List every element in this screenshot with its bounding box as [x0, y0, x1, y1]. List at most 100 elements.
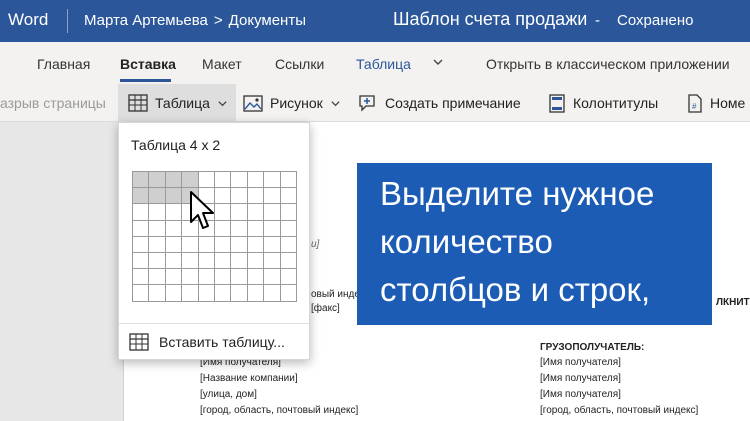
title-separator: [67, 9, 68, 33]
tab-layout[interactable]: Макет: [202, 56, 242, 72]
grid-cell[interactable]: [133, 252, 150, 270]
grid-cell[interactable]: [247, 220, 265, 237]
grid-cell[interactable]: [133, 172, 150, 189]
grid-cell[interactable]: [165, 172, 183, 189]
grid-cell[interactable]: [214, 172, 232, 189]
grid-cell[interactable]: [280, 204, 297, 221]
grid-cell[interactable]: [264, 269, 281, 286]
header-footer-icon: [549, 93, 565, 113]
header-footer-button[interactable]: Колонтитулы: [548, 84, 658, 122]
grid-cell[interactable]: [280, 252, 297, 270]
grid-cell[interactable]: [247, 236, 265, 253]
grid-cell[interactable]: [264, 172, 281, 189]
grid-cell[interactable]: [165, 188, 183, 205]
grid-cell[interactable]: [214, 269, 232, 286]
grid-cell[interactable]: [133, 285, 150, 302]
grid-cell[interactable]: [231, 285, 248, 302]
grid-cell[interactable]: [198, 285, 215, 302]
grid-cell[interactable]: [280, 188, 297, 205]
grid-cell[interactable]: [149, 285, 166, 302]
grid-cell[interactable]: [280, 236, 297, 253]
grid-cell[interactable]: [264, 236, 281, 253]
grid-cell[interactable]: [165, 236, 183, 253]
grid-cell[interactable]: [214, 236, 232, 253]
grid-cell[interactable]: [264, 252, 281, 270]
grid-cell[interactable]: [231, 204, 248, 221]
tab-insert[interactable]: Вставка: [120, 56, 176, 72]
grid-cell[interactable]: [231, 252, 248, 270]
page-numbers-button[interactable]: # Номе: [687, 84, 745, 122]
picture-button[interactable]: Рисунок: [243, 84, 341, 122]
grid-cell[interactable]: [149, 269, 166, 286]
grid-cell[interactable]: [149, 204, 166, 221]
grid-cell[interactable]: [214, 252, 232, 270]
consignee-line: [Имя получателя]: [540, 373, 621, 384]
grid-cell[interactable]: [182, 236, 199, 253]
table-size-header: Таблица 4 x 2: [131, 137, 221, 153]
chevron-down-icon: [433, 59, 443, 65]
grid-cell[interactable]: [149, 188, 166, 205]
grid-cell[interactable]: [165, 220, 183, 237]
tab-references[interactable]: Ссылки: [275, 56, 324, 72]
grid-cell[interactable]: [231, 220, 248, 237]
grid-cell[interactable]: [247, 188, 265, 205]
grid-cell[interactable]: [247, 285, 265, 302]
grid-cell[interactable]: [280, 220, 297, 237]
document-title[interactable]: Шаблон счета продажи: [393, 9, 587, 30]
ribbon-tabs: Главная Вставка Макет Ссылки Таблица Отк…: [0, 42, 750, 84]
table-button-label: Таблица: [155, 95, 210, 111]
grid-cell[interactable]: [133, 188, 150, 205]
grid-cell[interactable]: [214, 285, 232, 302]
grid-cell[interactable]: [133, 204, 150, 221]
grid-cell[interactable]: [133, 236, 150, 253]
table-button[interactable]: Таблица: [118, 84, 236, 122]
grid-cell[interactable]: [182, 252, 199, 270]
grid-cell[interactable]: [231, 188, 248, 205]
grid-cell[interactable]: [280, 172, 297, 189]
comment-icon: [359, 95, 375, 112]
grid-cell[interactable]: [133, 269, 150, 286]
grid-cell[interactable]: [165, 285, 183, 302]
new-comment-button[interactable]: Создать примечание: [358, 84, 521, 122]
new-comment-label: Создать примечание: [385, 95, 521, 111]
page-break-button[interactable]: азрыв страницы: [0, 84, 106, 122]
caption-line: количество: [380, 223, 553, 260]
tab-home[interactable]: Главная: [37, 56, 90, 72]
grid-cell[interactable]: [198, 252, 215, 270]
caption-line: столбцов и строк,: [380, 271, 651, 308]
grid-cell[interactable]: [149, 252, 166, 270]
grid-cell[interactable]: [198, 269, 215, 286]
grid-cell[interactable]: [247, 172, 265, 189]
grid-cell[interactable]: [231, 269, 248, 286]
grid-cell[interactable]: [264, 220, 281, 237]
grid-cell[interactable]: [231, 236, 248, 253]
breadcrumb-user[interactable]: Марта Артемьева: [84, 12, 208, 29]
table-dropdown: Таблица 4 x 2 Вставить таблицу...: [118, 122, 310, 360]
grid-cell[interactable]: [247, 204, 265, 221]
grid-cell[interactable]: [149, 220, 166, 237]
grid-cell[interactable]: [231, 172, 248, 189]
grid-cell[interactable]: [165, 252, 183, 270]
grid-cell[interactable]: [247, 252, 265, 270]
grid-cell[interactable]: [264, 285, 281, 302]
grid-cell[interactable]: [264, 188, 281, 205]
grid-cell[interactable]: [165, 204, 183, 221]
grid-cell[interactable]: [182, 285, 199, 302]
insert-table-button[interactable]: Вставить таблицу...: [129, 329, 285, 355]
grid-cell[interactable]: [247, 269, 265, 286]
grid-cell[interactable]: [165, 269, 183, 286]
grid-cell[interactable]: [182, 269, 199, 286]
grid-cell[interactable]: [280, 269, 297, 286]
grid-cell[interactable]: [149, 172, 166, 189]
grid-cell[interactable]: [198, 236, 215, 253]
breadcrumb-folder[interactable]: Документы: [229, 12, 306, 29]
tab-table[interactable]: Таблица: [356, 56, 411, 72]
tabs-more-button[interactable]: [432, 56, 444, 71]
grid-cell[interactable]: [149, 236, 166, 253]
grid-cell[interactable]: [280, 285, 297, 302]
grid-cell[interactable]: [198, 172, 215, 189]
grid-cell[interactable]: [182, 172, 199, 189]
grid-cell[interactable]: [264, 204, 281, 221]
open-desktop-app-button[interactable]: Открыть в классическом приложении: [486, 56, 730, 72]
grid-cell[interactable]: [133, 220, 150, 237]
